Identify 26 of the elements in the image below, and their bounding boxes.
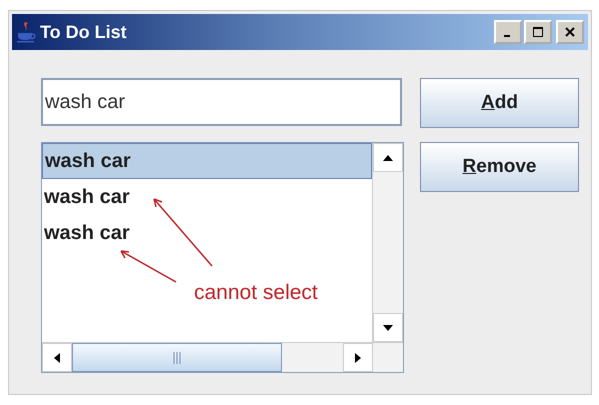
- list-item[interactable]: wash car: [42, 179, 372, 215]
- list-item[interactable]: wash car: [42, 143, 372, 179]
- text-field[interactable]: wash car: [41, 78, 402, 126]
- maximize-icon: [532, 26, 544, 38]
- minimize-icon: [504, 35, 510, 37]
- vertical-scrollbar[interactable]: [372, 143, 403, 342]
- window-title: To Do List: [40, 22, 128, 42]
- horizontal-scrollbar[interactable]: [42, 342, 403, 372]
- grip-icon: [173, 352, 181, 364]
- maximize-button[interactable]: [524, 20, 552, 44]
- right-arrow-icon: [354, 352, 362, 364]
- scroll-down-button[interactable]: [373, 313, 403, 342]
- annotation-text: cannot select: [194, 281, 318, 305]
- left-arrow-icon: [53, 352, 61, 364]
- down-arrow-icon: [382, 324, 394, 332]
- scroll-left-button[interactable]: [42, 343, 72, 372]
- action-button[interactable]: Remove: [420, 142, 579, 192]
- cup-icon: [16, 21, 36, 43]
- up-arrow-icon: [382, 154, 394, 162]
- scroll-thumb[interactable]: [72, 343, 282, 372]
- action-button[interactable]: Add: [420, 78, 579, 128]
- scroll-up-button[interactable]: [373, 143, 403, 172]
- scroll-right-button[interactable]: [343, 343, 373, 372]
- close-icon: [564, 26, 576, 38]
- close-button[interactable]: [556, 20, 584, 44]
- list-item[interactable]: wash car: [42, 215, 372, 251]
